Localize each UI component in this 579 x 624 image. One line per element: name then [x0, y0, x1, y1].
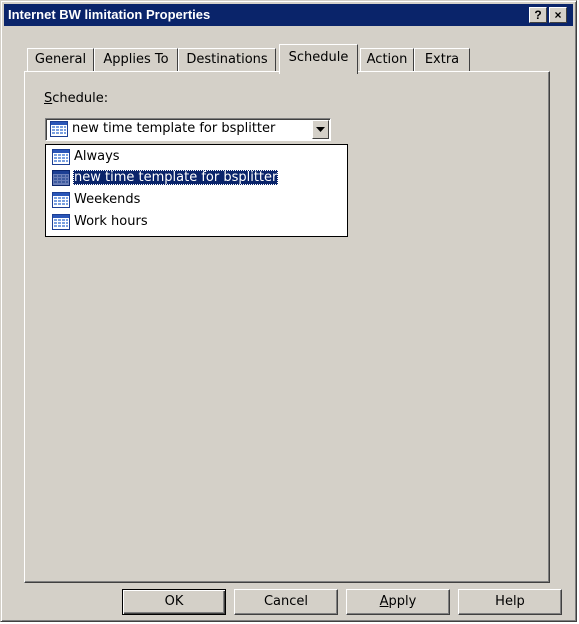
schedule-combobox[interactable]: new time template for bsplitter — [45, 118, 331, 141]
option-label: Weekends — [74, 192, 141, 207]
schedule-label-rest: chedule: — [52, 91, 109, 106]
help-button[interactable]: Help — [458, 589, 562, 615]
combo-dropdown-button[interactable] — [312, 120, 329, 139]
title-bar[interactable]: Internet BW limitation Properties ? × — [4, 4, 573, 26]
option-label: Always — [74, 149, 120, 164]
apply-button[interactable]: Apply — [346, 589, 450, 615]
schedule-selected-value: new time template for bsplitter — [72, 121, 276, 136]
help-icon: ? — [534, 8, 542, 22]
chevron-down-icon — [316, 127, 325, 132]
option-label: Work hours — [74, 214, 148, 229]
tab-schedule[interactable]: Schedule — [279, 44, 358, 74]
option-weekends[interactable]: Weekends — [48, 190, 345, 211]
schedule-panel: Schedule: new time template for bsplitte… — [24, 71, 550, 583]
close-title-button[interactable]: × — [549, 7, 567, 23]
option-label: new time template for bsplitter — [73, 170, 279, 185]
apply-rest: pply — [388, 594, 417, 609]
tab-applies-to[interactable]: Applies To — [94, 48, 178, 72]
calendar-icon — [52, 149, 70, 165]
schedule-label: Schedule: — [44, 91, 108, 106]
tab-destinations[interactable]: Destinations — [178, 48, 276, 72]
tab-general[interactable]: General — [27, 48, 94, 72]
calendar-icon — [52, 214, 70, 230]
window-title: Internet BW limitation Properties — [8, 7, 211, 22]
properties-dialog: Internet BW limitation Properties ? × Ge… — [0, 0, 577, 622]
option-new-time-template[interactable]: new time template for bsplitter — [48, 168, 345, 189]
calendar-icon — [52, 192, 70, 208]
cancel-button[interactable]: Cancel — [234, 589, 338, 615]
help-title-button[interactable]: ? — [529, 7, 547, 23]
ok-button[interactable]: OK — [122, 589, 226, 615]
option-always[interactable]: Always — [48, 147, 345, 168]
schedule-dropdown-list[interactable]: Always new time template for bsplitter W… — [45, 144, 348, 237]
tab-extra[interactable]: Extra — [414, 48, 470, 72]
tab-action[interactable]: Action — [360, 48, 414, 72]
close-icon: × — [554, 8, 562, 22]
calendar-icon — [50, 121, 68, 137]
option-work-hours[interactable]: Work hours — [48, 212, 345, 233]
calendar-icon — [52, 170, 70, 186]
apply-mnemonic: A — [379, 594, 389, 609]
